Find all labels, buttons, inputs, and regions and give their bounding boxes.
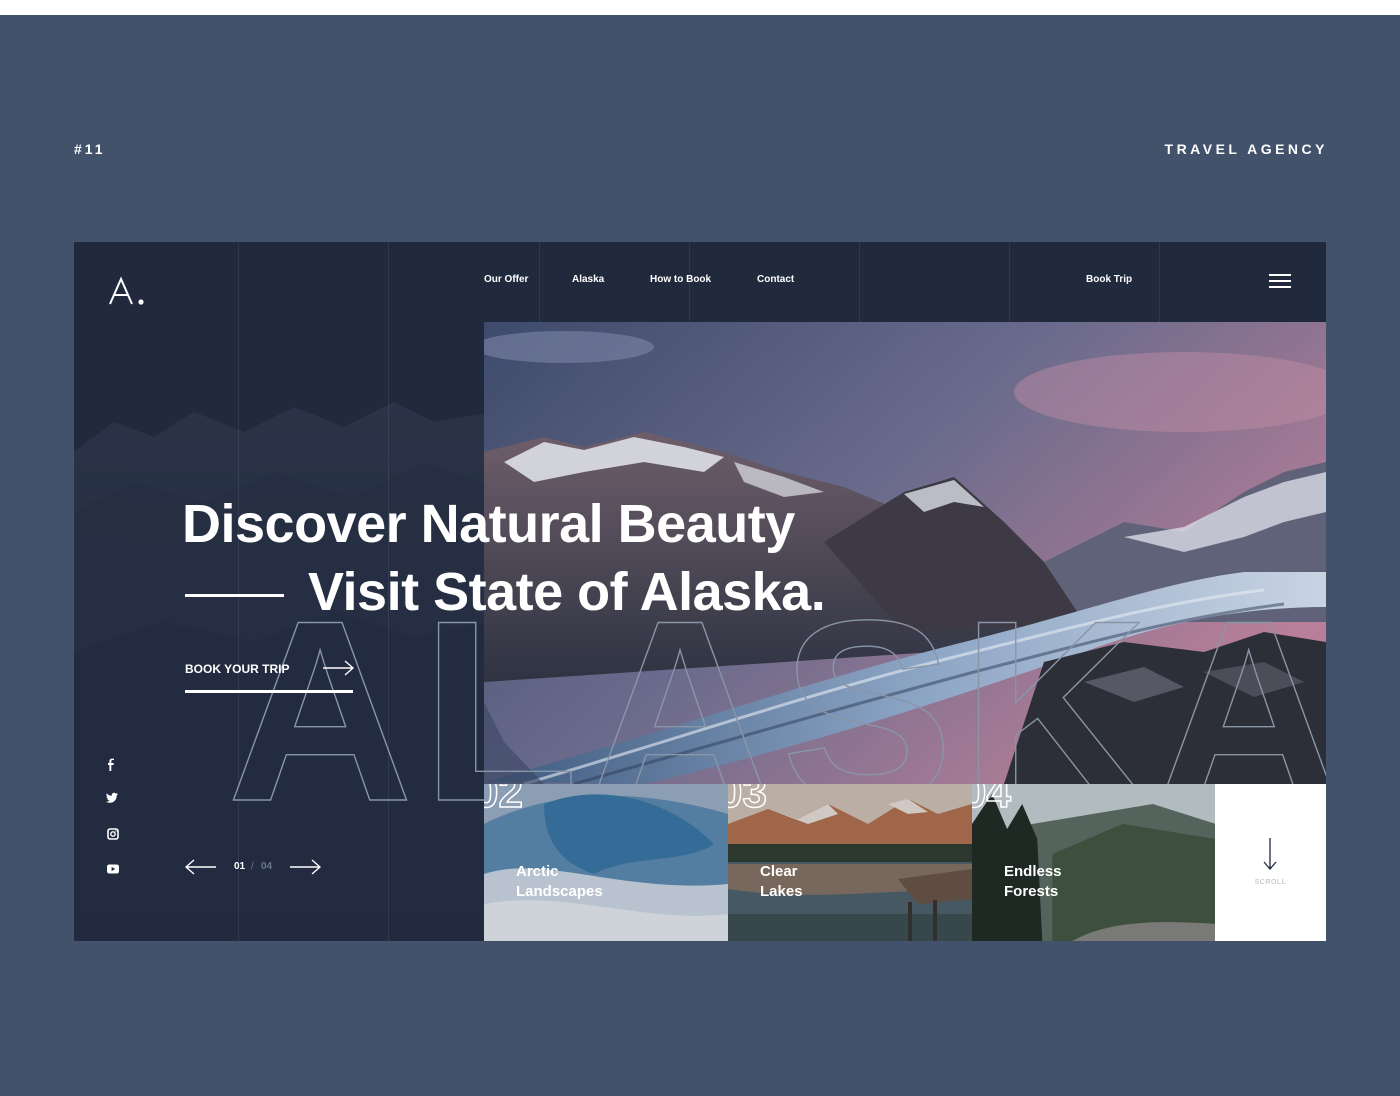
nav-our-offer[interactable]: Our Offer — [484, 274, 528, 285]
card-title: Clear Lakes — [760, 863, 803, 900]
pager-separator: / — [251, 861, 254, 872]
pager-total: 04 — [261, 861, 273, 872]
book-your-trip-button[interactable]: BOOK YOUR TRIP — [185, 660, 355, 696]
slide-pager: 01 / 04 — [185, 858, 325, 876]
nav-alaska[interactable]: Alaska — [572, 274, 604, 285]
cta-underline — [185, 690, 353, 693]
top-strip — [0, 0, 1400, 15]
arrow-left-icon[interactable] — [185, 858, 217, 876]
main-nav: Our Offer Alaska How to Book Contact Boo… — [74, 274, 1326, 288]
website-frame: Our Offer Alaska How to Book Contact Boo… — [74, 242, 1326, 941]
cta-label: BOOK YOUR TRIP — [185, 662, 290, 676]
card-title: Arctic Landscapes — [516, 863, 603, 900]
book-trip-link[interactable]: Book Trip — [1086, 274, 1132, 285]
hamburger-menu-icon[interactable] — [1269, 274, 1291, 288]
card-endless-forests[interactable]: 04 Endless Forests — [972, 784, 1216, 941]
hero-headline: Discover Natural Beauty Visit State of A… — [182, 490, 826, 626]
youtube-icon[interactable] — [104, 862, 122, 876]
scroll-button[interactable]: SCROLL — [1215, 784, 1326, 941]
headline-line-2: Visit State of Alaska. — [308, 562, 826, 622]
twitter-icon[interactable] — [104, 791, 122, 805]
arrow-down-icon — [1263, 838, 1277, 870]
instagram-icon[interactable] — [104, 827, 122, 841]
headline-line-1: Discover Natural Beauty — [182, 494, 795, 554]
pager-current: 01 — [234, 861, 246, 872]
card-arctic-landscapes[interactable]: 02 Arctic Landscapes — [484, 784, 728, 941]
shot-title: TRAVEL AGENCY — [1164, 141, 1328, 157]
arrow-right-icon — [323, 660, 355, 676]
card-number: 03 — [728, 784, 768, 818]
card-clear-lakes[interactable]: 03 Clear Lakes — [728, 784, 972, 941]
nav-how-to-book[interactable]: How to Book — [650, 274, 711, 285]
scroll-label: SCROLL — [1254, 879, 1287, 886]
arrow-right-icon[interactable] — [289, 858, 321, 876]
card-number: 04 — [972, 784, 1012, 818]
nav-contact[interactable]: Contact — [757, 274, 794, 285]
facebook-icon[interactable] — [104, 758, 122, 772]
card-title: Endless Forests — [1004, 863, 1062, 900]
shot-number: #11 — [74, 141, 106, 157]
headline-dash — [185, 594, 284, 597]
card-number: 02 — [484, 784, 524, 818]
